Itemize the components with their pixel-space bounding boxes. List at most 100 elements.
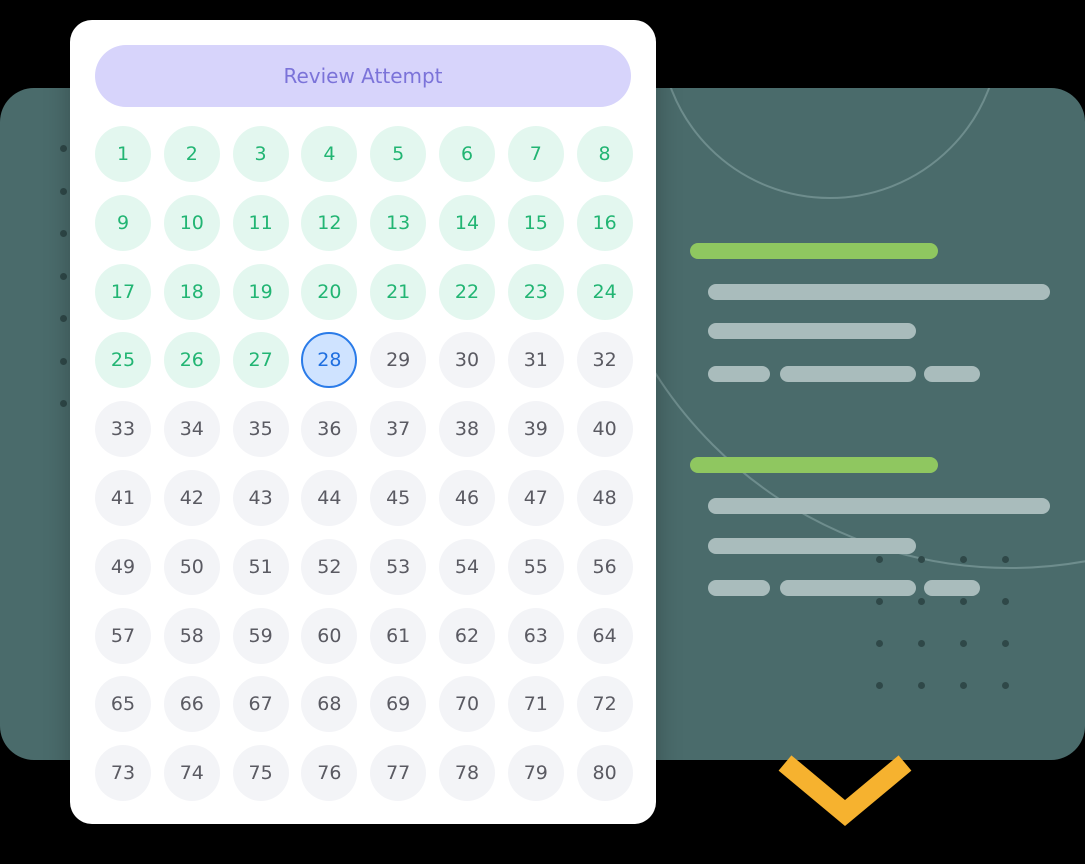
question-bubble[interactable]: 10 xyxy=(163,194,220,251)
question-bubble[interactable]: 73 xyxy=(95,745,151,802)
question-bubble[interactable]: 8 xyxy=(576,126,633,182)
question-bubble[interactable]: 61 xyxy=(370,607,427,664)
question-bubble[interactable]: 13 xyxy=(370,194,427,251)
question-bubble[interactable]: 46 xyxy=(438,469,495,526)
question-bubble[interactable]: 44 xyxy=(301,469,358,526)
question-bubble[interactable]: 27 xyxy=(232,332,289,389)
question-bubble[interactable]: 47 xyxy=(507,469,564,526)
question-bubble[interactable]: 1 xyxy=(95,126,151,182)
doc-text-bar xyxy=(780,366,916,382)
decor-dot xyxy=(60,315,67,322)
decor-dot xyxy=(918,598,925,605)
question-bubble[interactable]: 24 xyxy=(576,263,633,320)
question-bubble[interactable]: 53 xyxy=(370,538,427,595)
question-bubble[interactable]: 80 xyxy=(576,745,633,802)
question-bubble[interactable]: 56 xyxy=(576,538,633,595)
question-bubble[interactable]: 2 xyxy=(163,126,220,182)
doc-text-bar xyxy=(708,498,1050,514)
question-bubble[interactable]: 23 xyxy=(507,263,564,320)
question-bubble[interactable]: 33 xyxy=(95,401,151,458)
question-bubble[interactable]: 18 xyxy=(163,263,220,320)
question-bubble[interactable]: 39 xyxy=(507,401,564,458)
question-bubble[interactable]: 45 xyxy=(370,469,427,526)
question-bubble[interactable]: 4 xyxy=(301,126,358,182)
question-bubble[interactable]: 19 xyxy=(232,263,289,320)
question-bubble[interactable]: 14 xyxy=(438,194,495,251)
question-bubble[interactable]: 42 xyxy=(163,469,220,526)
question-bubble[interactable]: 15 xyxy=(507,194,564,251)
question-bubble[interactable]: 78 xyxy=(438,745,495,802)
question-bubble[interactable]: 66 xyxy=(163,676,220,733)
question-bubble[interactable]: 43 xyxy=(232,469,289,526)
question-bubble[interactable]: 25 xyxy=(95,332,151,389)
question-bubble[interactable]: 77 xyxy=(370,745,427,802)
question-bubble[interactable]: 69 xyxy=(370,676,427,733)
question-bubble[interactable]: 3 xyxy=(232,126,289,182)
question-bubble[interactable]: 49 xyxy=(95,538,151,595)
decor-dot xyxy=(1002,640,1009,647)
question-bubble[interactable]: 51 xyxy=(232,538,289,595)
question-bubble[interactable]: 58 xyxy=(163,607,220,664)
decor-dot xyxy=(60,400,67,407)
question-bubble[interactable]: 54 xyxy=(438,538,495,595)
question-bubble[interactable]: 62 xyxy=(438,607,495,664)
question-grid: 1 2 3 4 5 6 7 8 9 10 11 12 13 14 15 16 17 18 19 20 21 22 23 24 2… xyxy=(95,126,635,802)
question-bubble[interactable]: 37 xyxy=(370,401,427,458)
question-bubble[interactable]: 68 xyxy=(301,676,358,733)
question-bubble[interactable]: 63 xyxy=(507,607,564,664)
question-bubble[interactable]: 34 xyxy=(163,401,220,458)
question-bubble[interactable]: 12 xyxy=(301,194,358,251)
decor-dot xyxy=(918,556,925,563)
question-bubble[interactable]: 20 xyxy=(301,263,358,320)
question-bubble[interactable]: 60 xyxy=(301,607,358,664)
question-bubble[interactable]: 48 xyxy=(576,469,633,526)
question-bubble[interactable]: 64 xyxy=(576,607,633,664)
question-bubble[interactable]: 26 xyxy=(163,332,220,389)
question-bubble[interactable]: 16 xyxy=(576,194,633,251)
question-bubble[interactable]: 22 xyxy=(438,263,495,320)
question-bubble[interactable]: 75 xyxy=(232,745,289,802)
question-bubble[interactable]: 31 xyxy=(507,332,564,389)
question-bubble[interactable]: 55 xyxy=(507,538,564,595)
decor-dot xyxy=(876,556,883,563)
question-bubble[interactable]: 7 xyxy=(507,126,564,182)
question-bubble[interactable]: 30 xyxy=(438,332,495,389)
decor-dot xyxy=(1002,598,1009,605)
question-bubble[interactable]: 21 xyxy=(370,263,427,320)
question-bubble[interactable]: 9 xyxy=(95,194,151,251)
question-bubble[interactable]: 79 xyxy=(507,745,564,802)
question-bubble[interactable]: 35 xyxy=(232,401,289,458)
doc-heading-bar xyxy=(690,243,938,259)
question-bubble[interactable]: 57 xyxy=(95,607,151,664)
doc-text-bar xyxy=(924,580,980,596)
question-bubble[interactable]: 76 xyxy=(301,745,358,802)
question-bubble[interactable]: 74 xyxy=(163,745,220,802)
question-bubble[interactable]: 11 xyxy=(232,194,289,251)
question-bubble[interactable]: 50 xyxy=(163,538,220,595)
decor-dot xyxy=(960,598,967,605)
chevron-down-icon xyxy=(778,755,912,827)
question-bubble[interactable]: 52 xyxy=(301,538,358,595)
question-bubble[interactable]: 17 xyxy=(95,263,151,320)
question-bubble[interactable]: 6 xyxy=(438,126,495,182)
question-bubble[interactable]: 41 xyxy=(95,469,151,526)
question-bubble[interactable]: 65 xyxy=(95,676,151,733)
question-bubble[interactable]: 59 xyxy=(232,607,289,664)
question-bubble[interactable]: 71 xyxy=(507,676,564,733)
question-bubble[interactable]: 32 xyxy=(576,332,633,389)
question-bubble[interactable]: 72 xyxy=(576,676,633,733)
question-bubble[interactable]: 36 xyxy=(301,401,358,458)
decor-dot xyxy=(1002,556,1009,563)
question-bubble[interactable]: 38 xyxy=(438,401,495,458)
review-attempt-button[interactable]: Review Attempt xyxy=(95,45,631,107)
doc-text-bar xyxy=(708,323,916,339)
question-bubble[interactable]: 70 xyxy=(438,676,495,733)
question-bubble[interactable]: 29 xyxy=(370,332,427,389)
decor-dot xyxy=(876,640,883,647)
question-bubble[interactable]: 5 xyxy=(370,126,427,182)
doc-text-bar xyxy=(780,580,916,596)
question-bubble[interactable]: 40 xyxy=(576,401,633,458)
decor-dot xyxy=(960,556,967,563)
question-bubble[interactable]: 67 xyxy=(232,676,289,733)
question-bubble-current[interactable]: 28 xyxy=(301,332,358,389)
